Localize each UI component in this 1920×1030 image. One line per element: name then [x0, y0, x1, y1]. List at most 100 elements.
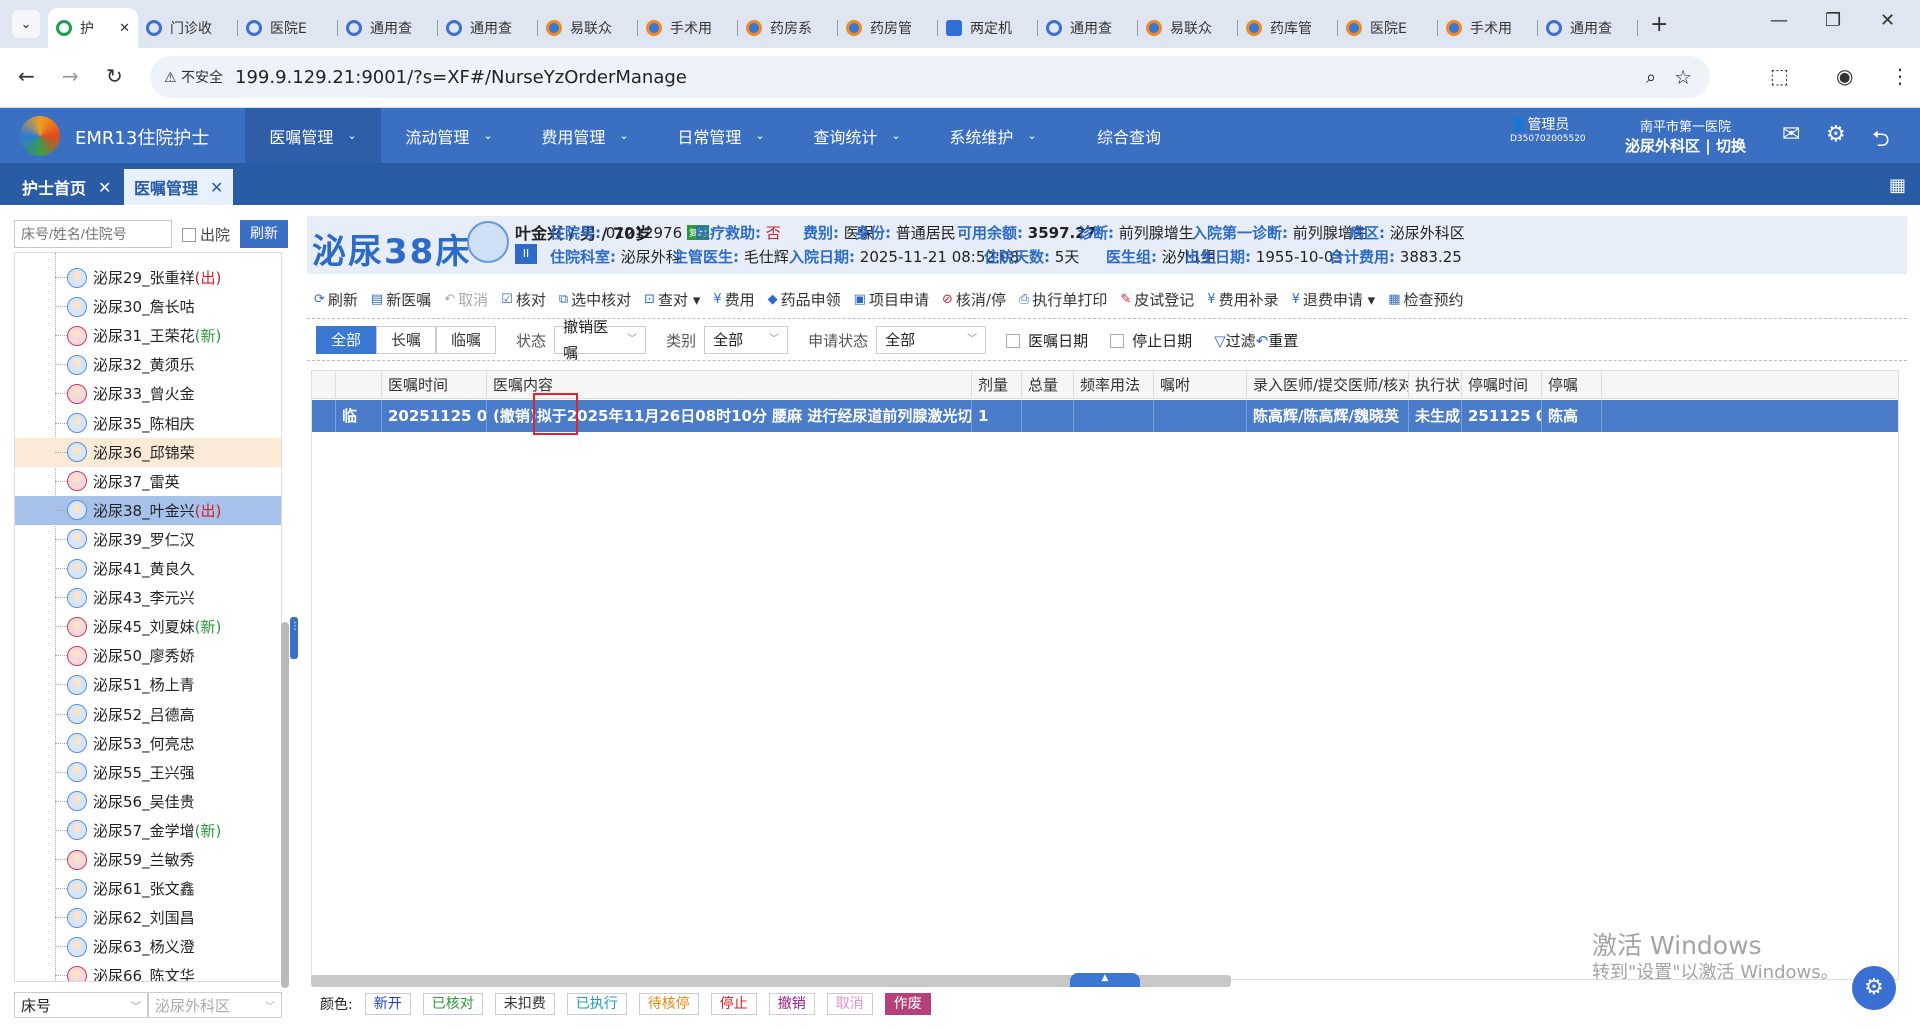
- user-info[interactable]: 👤管理员 D350702005520: [1510, 118, 1586, 146]
- toolbar-button[interactable]: ✎ 皮试登记: [1120, 289, 1194, 310]
- checkbox-box[interactable]: [182, 228, 196, 242]
- reset-button[interactable]: ↶重置: [1256, 330, 1299, 351]
- browser-tab[interactable]: 药库管: [1238, 8, 1338, 48]
- mail-icon[interactable]: ✉: [1782, 122, 1800, 147]
- menu-item[interactable]: 流动管理 ⌄: [381, 108, 517, 163]
- stop-date-checkbox[interactable]: 停止日期: [1110, 330, 1192, 351]
- browser-tab[interactable]: 医院E: [1338, 8, 1438, 48]
- menu-item[interactable]: 综合查询: [1061, 108, 1197, 163]
- patient-tree-item[interactable]: 泌尿45_刘夏妹 (新): [15, 612, 281, 641]
- browser-tab[interactable]: 两定机: [938, 8, 1038, 48]
- sidebar-refresh-button[interactable]: 刷新: [240, 220, 288, 248]
- logout-back-icon[interactable]: ⮌: [1872, 122, 1890, 160]
- patient-tree-item[interactable]: 泌尿30_詹长咕: [15, 292, 281, 321]
- toolbar-button[interactable]: ⧉ 选中核对: [559, 289, 631, 310]
- back-icon[interactable]: ←: [18, 64, 35, 88]
- patient-tree-item[interactable]: 泌尿52_吕德高: [15, 700, 281, 729]
- toolbar-button[interactable]: ▤ 新医嘱: [371, 289, 431, 310]
- patient-tree-item[interactable]: 泌尿39_罗仁汉: [15, 525, 281, 554]
- patient-tree-item[interactable]: 泌尿53_何亮忠: [15, 729, 281, 758]
- segment-temporary[interactable]: 临嘱: [436, 326, 497, 354]
- menu-item[interactable]: 费用管理 ⌄: [517, 108, 653, 163]
- toolbar-button[interactable]: ⊘ 核消/停: [942, 289, 1006, 310]
- browser-tab[interactable]: 易联众: [538, 8, 638, 48]
- apply-status-select[interactable]: 全部 ﹀: [876, 326, 987, 354]
- toolbar-button[interactable]: ↶ 取消: [444, 289, 488, 310]
- toolbar-button[interactable]: ☑ 核对: [501, 289, 546, 310]
- type-select[interactable]: 全部 ﹀: [704, 326, 789, 354]
- browser-tab[interactable]: 手术用: [1438, 8, 1538, 48]
- patient-tree-item[interactable]: 泌尿57_金学增 (新): [15, 816, 281, 845]
- page-tab-order-manage[interactable]: 医嘱管理 ✕: [124, 169, 234, 205]
- segment-all[interactable]: 全部: [316, 326, 377, 354]
- patient-tree-item[interactable]: 泌尿63_杨义澄: [15, 932, 281, 961]
- status-select[interactable]: 撤销医嘱 ﹀: [554, 318, 647, 362]
- patient-tree-item[interactable]: 泌尿32_黄须乐: [15, 350, 281, 379]
- checkbox-box[interactable]: [1110, 333, 1125, 348]
- patient-tree-item[interactable]: 泌尿62_刘国昌: [15, 903, 281, 932]
- extensions-icon[interactable]: ⬚: [1770, 64, 1789, 88]
- order-date-checkbox[interactable]: 医嘱日期: [1006, 330, 1088, 351]
- profile-icon[interactable]: ◉: [1836, 64, 1853, 88]
- patient-tree-item[interactable]: 泌尿50_廖秀娇: [15, 641, 281, 670]
- browser-menu-icon[interactable]: ⋮: [1890, 64, 1910, 88]
- patient-tree-item[interactable]: 泌尿51_杨上青: [15, 670, 281, 699]
- toolbar-button[interactable]: ¥ 退费申请 ▾: [1292, 289, 1376, 310]
- segment-long-term[interactable]: 长嘱: [376, 326, 437, 354]
- patient-tree-item[interactable]: 泌尿33_曾火金: [15, 379, 281, 408]
- patient-tree-item[interactable]: 泌尿55_王兴强: [15, 758, 281, 787]
- patient-tree-item[interactable]: 泌尿61_张文鑫: [15, 874, 281, 903]
- close-icon[interactable]: ✕: [98, 178, 111, 197]
- sidebar-scrollbar[interactable]: [281, 622, 289, 988]
- toolbar-button[interactable]: ⊡ 查对 ▾: [644, 289, 700, 310]
- toolbar-button[interactable]: ¥ 费用: [713, 289, 754, 310]
- url-box[interactable]: ⚠ 不安全 199.9.129.21:9001/?s=XF#/NurseYzOr…: [150, 56, 1710, 98]
- patient-tree-item[interactable]: 泌尿43_李元兴: [15, 583, 281, 612]
- bookmark-star-icon[interactable]: ☆: [1674, 65, 1692, 89]
- new-tab-button[interactable]: +: [1650, 12, 1668, 37]
- minimize-icon[interactable]: —: [1770, 10, 1788, 31]
- checkbox-box[interactable]: [1006, 333, 1021, 348]
- maximize-icon[interactable]: ❐: [1825, 10, 1841, 31]
- toolbar-button[interactable]: ◆ 药品申领: [768, 289, 841, 310]
- forward-icon[interactable]: →: [62, 64, 79, 88]
- browser-tab[interactable]: 通用查: [338, 8, 438, 48]
- url-text[interactable]: 199.9.129.21:9001/?s=XF#/NurseYzOrderMan…: [235, 67, 687, 88]
- patient-tree-item[interactable]: 泌尿37_雷英: [15, 467, 281, 496]
- menu-item[interactable]: 查询统计 ⌄: [789, 108, 925, 163]
- browser-tab[interactable]: 药房系: [738, 8, 838, 48]
- menu-item[interactable]: 系统维护 ⌄: [925, 108, 1061, 163]
- sort-select[interactable]: 床号 ﹀: [14, 992, 148, 1018]
- browser-tab[interactable]: 通用查: [438, 8, 538, 48]
- sidebar-collapse-handle[interactable]: ⋮: [290, 617, 300, 659]
- discharged-checkbox[interactable]: 出院: [182, 224, 230, 245]
- switch-ward-link[interactable]: 切换: [1716, 137, 1746, 155]
- close-tab-icon[interactable]: ✕: [119, 21, 130, 36]
- grid-menu-icon[interactable]: ▦: [1889, 175, 1906, 196]
- browser-tab[interactable]: 护 ✕: [48, 8, 138, 48]
- toolbar-button[interactable]: ⎙ 执行单打印: [1019, 289, 1107, 310]
- floating-settings-icon[interactable]: ⚙: [1852, 966, 1896, 1010]
- patient-tree-item[interactable]: 泌尿56_吴佳贵: [15, 787, 281, 816]
- patient-tree-item[interactable]: 泌尿31_王荣花 (新): [15, 321, 281, 350]
- close-icon[interactable]: ✕: [210, 178, 223, 197]
- ward-select[interactable]: 泌尿外科区 ﹀: [148, 992, 282, 1018]
- close-window-icon[interactable]: ✕: [1880, 10, 1895, 31]
- browser-tab[interactable]: 通用查: [1038, 8, 1138, 48]
- patient-search-input[interactable]: [14, 220, 172, 248]
- insecure-warning[interactable]: ⚠ 不安全: [164, 67, 235, 87]
- patient-tree-item[interactable]: 泌尿66_陈文华: [15, 961, 281, 981]
- browser-tab[interactable]: 通用查: [1538, 8, 1638, 48]
- patient-tree-item[interactable]: 泌尿59_兰敏秀: [15, 845, 281, 874]
- browser-tab[interactable]: 药房管: [838, 8, 938, 48]
- browser-tab[interactable]: 易联众: [1138, 8, 1238, 48]
- menu-item[interactable]: 医嘱管理 ⌄: [245, 108, 381, 163]
- patient-tree-item[interactable]: 泌尿35_陈相庆: [15, 409, 281, 438]
- tab-search-chevron-icon[interactable]: ⌄: [12, 10, 40, 38]
- browser-tab[interactable]: 医院E: [238, 8, 338, 48]
- settings-gear-icon[interactable]: ⚙: [1826, 122, 1846, 147]
- patient-tree-item[interactable]: 泌尿36_邱锦荣: [15, 437, 281, 467]
- patient-tree-item[interactable]: 泌尿38_叶金兴 (出): [15, 495, 281, 525]
- toolbar-button[interactable]: ▦ 检查预约: [1388, 289, 1463, 310]
- scroll-up-handle[interactable]: ▲: [1070, 973, 1140, 987]
